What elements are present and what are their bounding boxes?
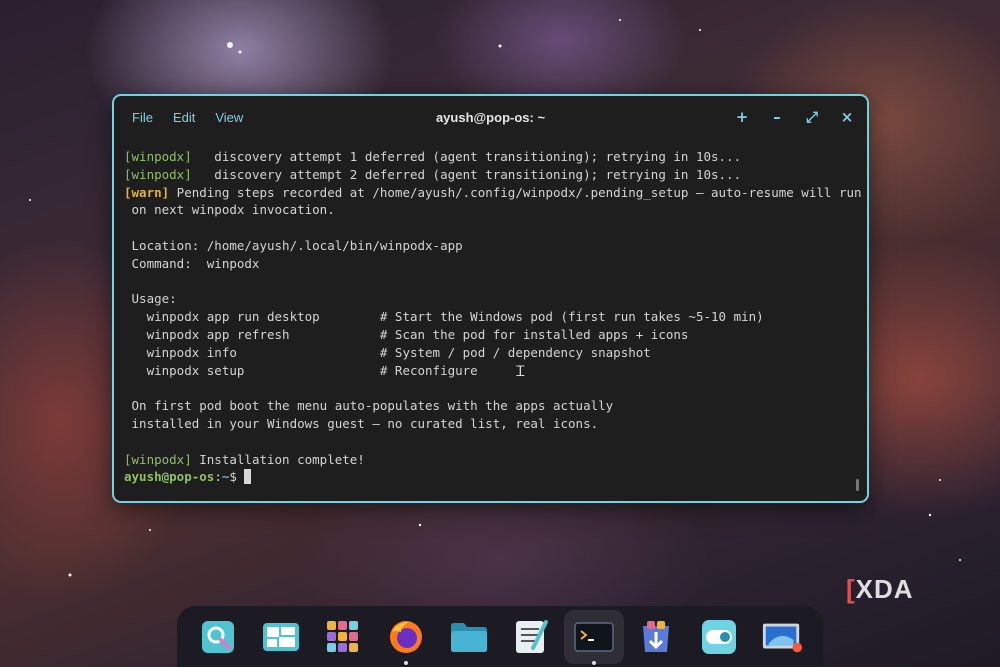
log-text: discovery attempt 1 deferred (agent tran… (191, 149, 742, 164)
windows-vm-icon (762, 623, 802, 652)
command-line: Command: winpodx (124, 255, 260, 271)
prompt-separator: : (214, 469, 222, 485)
log-tag: [winpodx] (124, 451, 192, 467)
output-line: on next winpodx invocation. (124, 202, 335, 218)
dock-text-editor[interactable] (510, 616, 552, 658)
dock-firefox[interactable] (385, 616, 427, 665)
prompt-user: ayush@pop-os (124, 469, 215, 485)
terminal-icon (574, 621, 614, 652)
dock-remote-desktop[interactable] (761, 616, 803, 658)
dock-launcher[interactable] (197, 616, 239, 658)
output-line: [winpodx] discovery attempt 1 deferred (… (124, 148, 853, 166)
usage-row: winpodx setup # Reconfigure (124, 362, 478, 378)
running-indicator (591, 660, 596, 665)
dock-terminal[interactable] (563, 609, 624, 665)
workspaces-icon (262, 622, 299, 651)
dock-app-library[interactable] (322, 616, 364, 658)
location-line: Location: /home/ayush/.local/bin/winpodx… (124, 237, 463, 253)
warn-text: Pending steps recorded at /home/ayush/.c… (169, 184, 862, 200)
note-line: installed in your Windows guest — no cur… (124, 415, 599, 431)
dock-settings[interactable] (698, 616, 740, 658)
minimize-button[interactable]: – (769, 106, 785, 128)
new-tab-button[interactable]: + (734, 106, 750, 128)
usage-heading: Usage: (124, 291, 177, 307)
xda-watermark: [XDA (846, 574, 914, 604)
window-controls: + – ⤢ × (734, 106, 855, 128)
shell-prompt[interactable]: ayush@pop-os:~$ (124, 468, 853, 486)
app-store-icon (643, 620, 670, 652)
maximize-button[interactable]: ⤢ (804, 106, 820, 128)
warn-tag: [warn] (124, 184, 170, 200)
output-line: [winpodx] discovery attempt 2 deferred (… (124, 166, 853, 184)
prompt-symbol: $ (229, 469, 245, 485)
toggle-settings-icon (702, 619, 737, 654)
title-bar[interactable]: File Edit View ayush@pop-os: ~ + – ⤢ × (114, 96, 867, 140)
folder-icon (450, 622, 487, 652)
usage-row: winpodx app refresh # Scan the pod for i… (124, 326, 689, 342)
dock (177, 606, 823, 667)
running-indicator (404, 660, 409, 665)
output-line: [winpodx] Installation complete! (124, 451, 853, 469)
log-tag: [winpodx] (124, 149, 192, 164)
terminal-window[interactable]: File Edit View ayush@pop-os: ~ + – ⤢ × [… (112, 94, 869, 503)
dock-workspaces[interactable] (260, 616, 302, 658)
usage-row: winpodx app run desktop # Start the Wind… (124, 309, 764, 325)
note-line: On first pod boot the menu auto-populate… (124, 398, 614, 414)
text-cursor (244, 469, 252, 485)
firefox-icon (390, 620, 423, 653)
dock-files[interactable] (448, 616, 490, 658)
output-line: [warn] Pending steps recorded at /home/a… (124, 184, 862, 202)
log-tag: [winpodx] (124, 166, 192, 182)
log-text: Installation complete! (191, 451, 365, 467)
usage-row: winpodx info # System / pod / dependency… (124, 344, 651, 360)
mouse-ibeam-icon: Ꮖ (516, 364, 526, 380)
terminal-output[interactable]: [winpodx] discovery attempt 1 deferred (… (124, 148, 862, 486)
text-editor-icon (516, 619, 549, 653)
close-button[interactable]: × (839, 106, 855, 128)
search-launcher-icon (202, 620, 235, 653)
scrollbar[interactable] (856, 479, 859, 491)
log-text: discovery attempt 2 deferred (agent tran… (191, 166, 742, 182)
app-grid-icon (327, 620, 359, 652)
dock-app-store[interactable] (635, 616, 677, 658)
